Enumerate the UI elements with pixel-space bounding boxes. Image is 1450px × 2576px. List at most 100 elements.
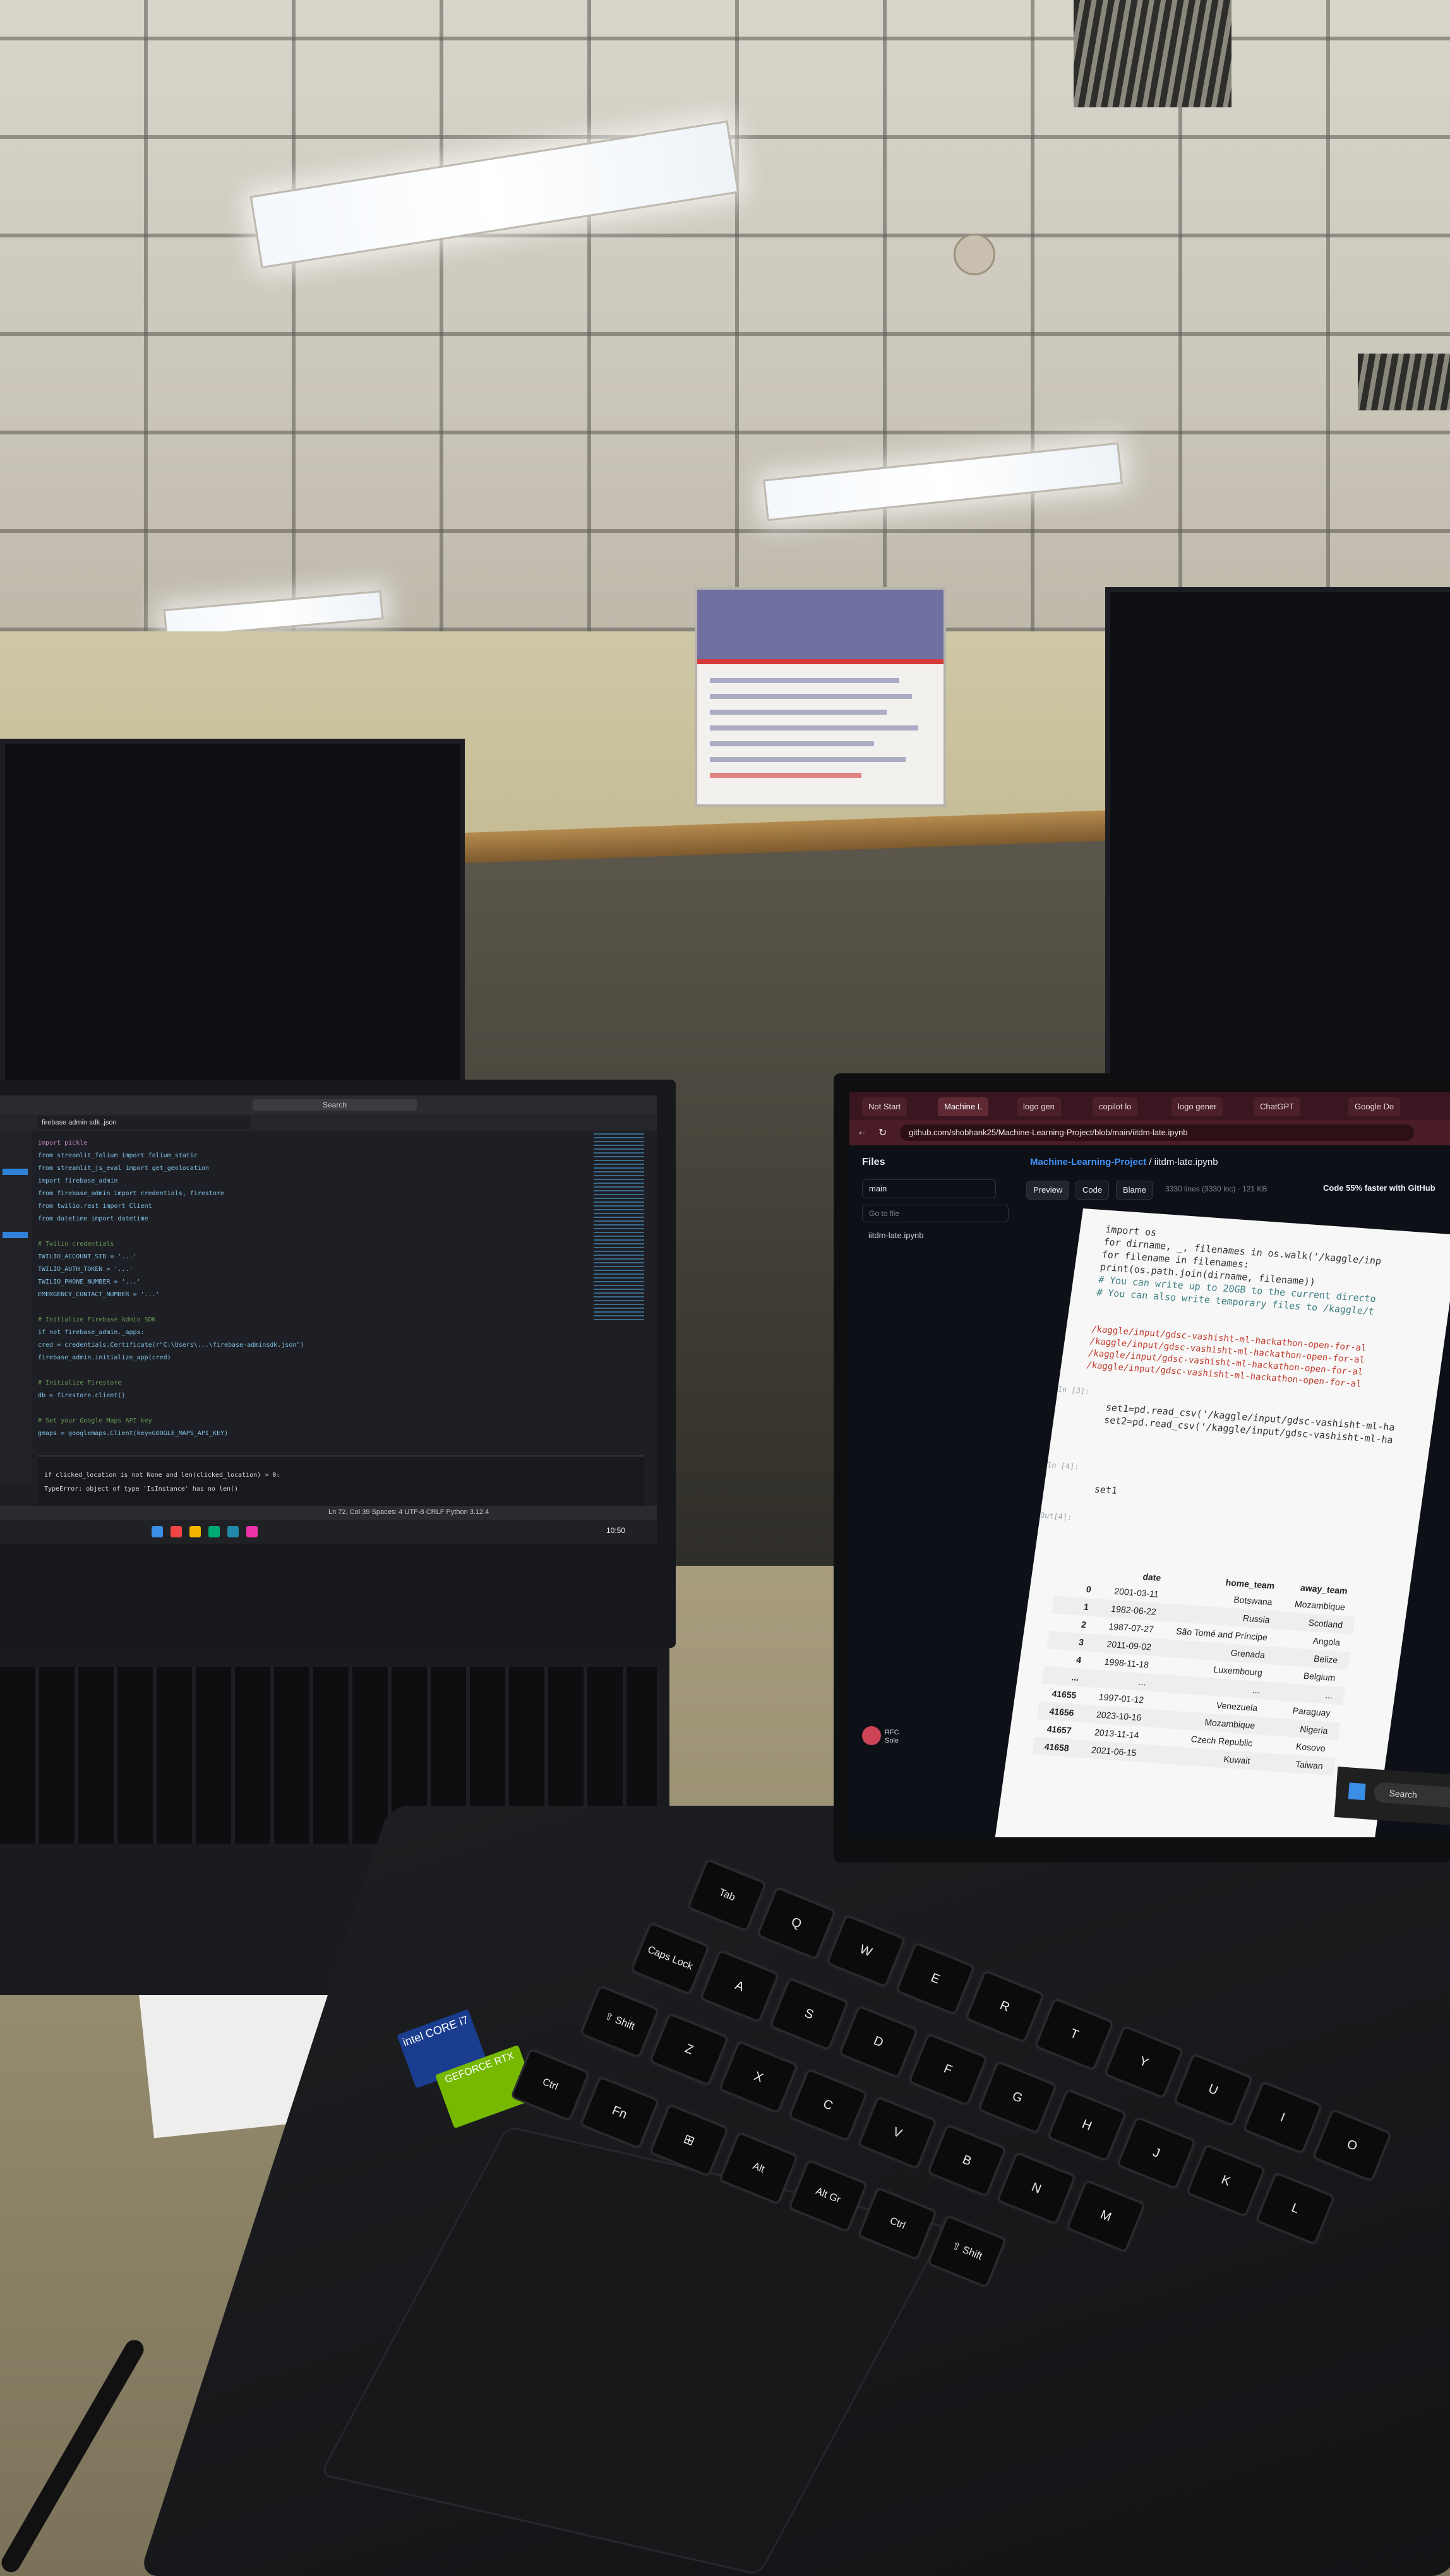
breadcrumb-separator: / [1146,1157,1154,1167]
right-laptop-screen: Not Start Machine L logo gen copilot lo … [849,1092,1450,1837]
terminal-line: if clicked_location is not None and len(… [44,1472,280,1479]
code-line: TWILIO_ACCOUNT_SID = '...' [38,1253,137,1260]
code-line: from streamlit_js_eval import get_geoloc… [38,1165,209,1172]
browser-tab[interactable]: Google Do [1348,1097,1401,1116]
file-tree-item[interactable]: iitdm-late.ipynb [868,1231,923,1240]
status-text: Ln 72, Col 39 Spaces: 4 UTF-8 CRLF Pytho… [328,1508,489,1516]
app-icon[interactable] [208,1526,220,1537]
code-line: cred = credentials.Certificate(r"C:\User… [38,1342,304,1349]
code-line: EMERGENCY_CONTACT_NUMBER = '...' [38,1291,160,1298]
avatar[interactable] [862,1726,881,1745]
browser-toolbar: ← ↻ github.com/shobhank25/Machine-Learni… [849,1120,1450,1145]
notice-line [710,710,887,715]
code-line: # Twilio credentials [38,1241,114,1248]
windows-start-icon[interactable] [1348,1782,1366,1801]
notice-line [710,741,874,746]
line-info: 3330 lines (3330 loc) · 121 KB [1165,1184,1267,1193]
browser-tab-active[interactable]: Machine L [938,1097,988,1116]
code-line: from datetime import datetime [38,1215,148,1222]
browser-tab[interactable]: logo gener [1171,1097,1223,1116]
browser-tab[interactable]: Not Start [862,1097,908,1116]
browser-tab[interactable]: logo gen [1017,1097,1061,1116]
cell-prompt: In [3]: [1057,1385,1091,1396]
code-line: TWILIO_PHONE_NUMBER = '...' [38,1279,141,1285]
tab-code[interactable]: Code [1076,1181,1110,1200]
avatar-name: RFC [885,1729,899,1736]
windows-start-icon[interactable] [152,1526,163,1537]
app-icon[interactable] [246,1526,258,1537]
avatar-label: RFC Sole [885,1729,899,1745]
vscode-sidebar [0,1131,32,1484]
taskbar-search[interactable]: Search [1373,1782,1450,1811]
dataframe-table: date home_team away_team 0 2001-03-11 Botswa… [1032,1563,1360,1776]
app-icon[interactable] [189,1526,201,1537]
table-cell: 41658 [1032,1736,1082,1758]
vscode-minimap [594,1133,644,1323]
reload-icon[interactable]: ↻ [878,1126,887,1139]
github-files-panel: Files main Go to file iitdm-late.ipynb R… [849,1145,1021,1837]
tab-preview[interactable]: Preview [1026,1181,1070,1200]
browser-tab[interactable]: ChatGPT [1254,1097,1301,1116]
notebook-cell-output: /kaggle/input/gdsc-vashisht-ml-hackathon… [1086,1323,1367,1390]
browser-tab[interactable]: copilot lo [1093,1097,1138,1116]
app-icon[interactable] [227,1526,239,1537]
sidebar-item[interactable] [3,1232,28,1238]
notice-board [695,587,946,807]
code-line: # Initialize Firestore [38,1380,122,1386]
vscode-statusbar: Ln 72, Col 39 Spaces: 4 UTF-8 CRLF Pytho… [0,1506,657,1520]
ceiling-vent [1358,354,1450,410]
back-icon[interactable]: ← [857,1126,867,1138]
smoke-detector [954,234,995,275]
branch-selector[interactable]: main [862,1179,996,1198]
go-to-file-input[interactable]: Go to file [862,1205,1009,1222]
left-laptop-screen: Search firebase admin sdk .json import p… [0,1095,657,1544]
browser-tabstrip: Not Start Machine L logo gen copilot lo … [849,1092,1450,1120]
sidebar-item[interactable] [3,1169,28,1175]
address-bar[interactable]: github.com/shobhank25/Machine-Learning-P… [900,1124,1414,1141]
notice-line [710,678,899,683]
notice-board-header [697,590,944,659]
code-line: if not firebase_admin._apps: [38,1329,145,1336]
monitor-left [0,739,465,1102]
cell-prompt: Out[4]: [1040,1510,1073,1522]
notice-line [710,725,918,730]
code-line: from twilio.rest import Client [38,1203,152,1210]
breadcrumb-repo[interactable]: Machine-Learning-Project [1030,1157,1146,1167]
windows-taskbar: 10:50 [0,1520,657,1544]
code-line: # Set your Google Maps API key [38,1417,152,1424]
notebook-cell-code: set1=pd.read_csv('/kaggle/input/gdsc-vas… [1103,1401,1396,1446]
tab-blame[interactable]: Blame [1116,1181,1153,1200]
notice-line [710,757,906,762]
vscode-titlebar: Search [0,1095,657,1114]
copilot-promo[interactable]: Code 55% faster with GitHub [1323,1183,1435,1193]
notebook-preview: import os for dirname, _, filenames in o… [995,1208,1450,1837]
notice-line [710,773,861,778]
code-line: # Initialize Firebase Admin SDK [38,1316,156,1323]
code-line: import firebase_admin [38,1178,118,1184]
breadcrumb: Machine-Learning-Project / iitdm-late.ip… [1030,1157,1218,1167]
code-line: TWILIO_AUTH_TOKEN = '...' [38,1266,133,1273]
code-line: gmaps = googlemaps.Client(key=GOOGLE_MAP… [38,1430,229,1437]
notice-line [710,694,912,699]
breadcrumb-file: iitdm-late.ipynb [1154,1157,1218,1167]
code-line: db = firestore.client() [38,1392,126,1399]
code-line: set1 [1093,1483,1118,1497]
notebook-cell-code: import os for dirname, _, filenames in o… [1096,1223,1384,1318]
files-title: Files [862,1157,885,1167]
code-line: from firebase_admin import credentials, … [38,1190,225,1197]
avatar-sub: Sole [885,1737,899,1744]
table-body: 0 2001-03-11 Botswana Mozambique 1 1982-06-22… [1032,1578,1358,1776]
vscode-code-editor[interactable]: import pickle from streamlit_folium impor… [38,1140,594,1468]
app-icon[interactable] [171,1526,182,1537]
cell-prompt: In [4]: [1046,1460,1080,1472]
code-line: firebase_admin.initialize_app(cred) [38,1354,171,1361]
notice-board-stripe [697,659,944,664]
taskbar-clock: 10:50 [606,1526,626,1535]
vscode-search-box[interactable]: Search [253,1099,417,1111]
vscode-editor-tab[interactable]: firebase admin sdk .json [38,1116,250,1130]
ceiling-vent [1074,0,1231,107]
